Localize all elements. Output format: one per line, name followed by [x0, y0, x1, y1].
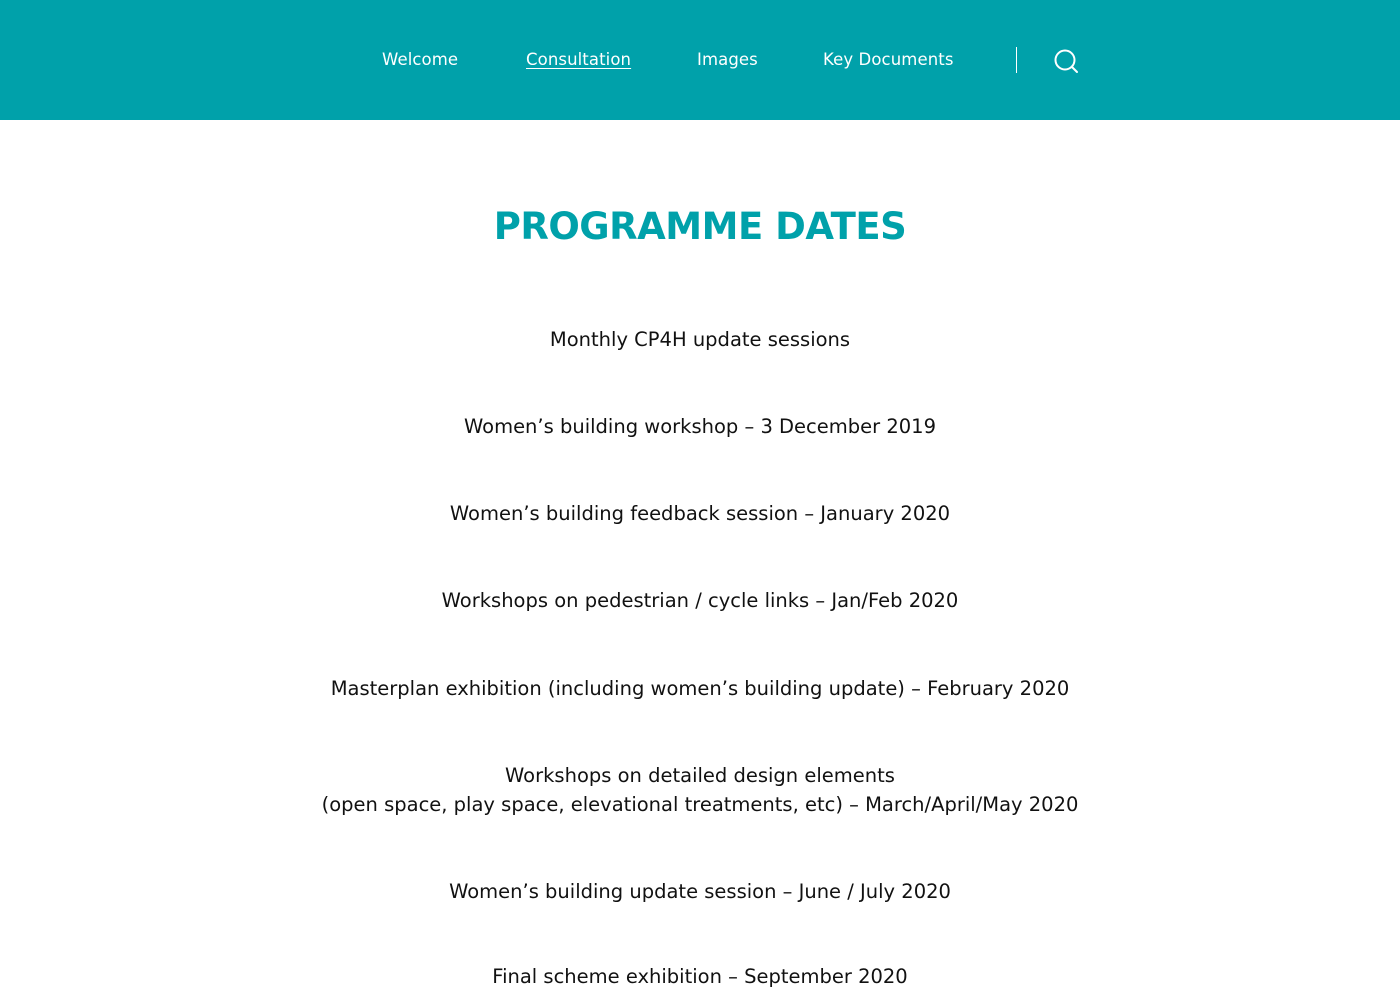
programme-date-text: Monthly CP4H update sessions: [549, 328, 851, 351]
programme-date-item: Masterplan exhibition (including women’s…: [0, 674, 1400, 703]
programme-date-text: Women’s building update session – June /…: [449, 880, 951, 903]
search-button[interactable]: [1052, 47, 1080, 75]
nav-link-consultation[interactable]: Consultation: [526, 49, 631, 71]
programme-date-item: Workshops on pedestrian / cycle links – …: [0, 586, 1400, 615]
nav-link-welcome[interactable]: Welcome: [382, 49, 458, 71]
nav-divider: [1016, 47, 1017, 73]
programme-date-item: Women’s building workshop – 3 December 2…: [0, 412, 1400, 441]
programme-date-text: Workshops on pedestrian / cycle links – …: [441, 589, 959, 612]
nav-link-key-documents[interactable]: Key Documents: [823, 49, 954, 71]
site-header: Welcome Consultation Images Key Document…: [0, 0, 1400, 120]
programme-date-item: Women’s building feedback session – Janu…: [0, 499, 1400, 528]
programme-date-text: Masterplan exhibition (including women’s…: [330, 677, 1070, 700]
programme-date-text: Women’s building workshop – 3 December 2…: [464, 415, 936, 438]
programme-date-item: Women’s building update session – June /…: [0, 877, 1400, 906]
search-icon: [1054, 49, 1078, 73]
programme-date-text: Workshops on detailed design elements: [505, 764, 895, 787]
programme-date-text: Women’s building feedback session – Janu…: [449, 502, 951, 525]
nav-link-images[interactable]: Images: [697, 49, 758, 71]
programme-date-item: Workshops on detailed design elements (o…: [0, 761, 1400, 819]
page-title: PROGRAMME DATES: [493, 205, 907, 248]
programme-date-text: (open space, play space, elevational tre…: [321, 793, 1079, 816]
programme-date-item: Monthly CP4H update sessions: [0, 325, 1400, 354]
